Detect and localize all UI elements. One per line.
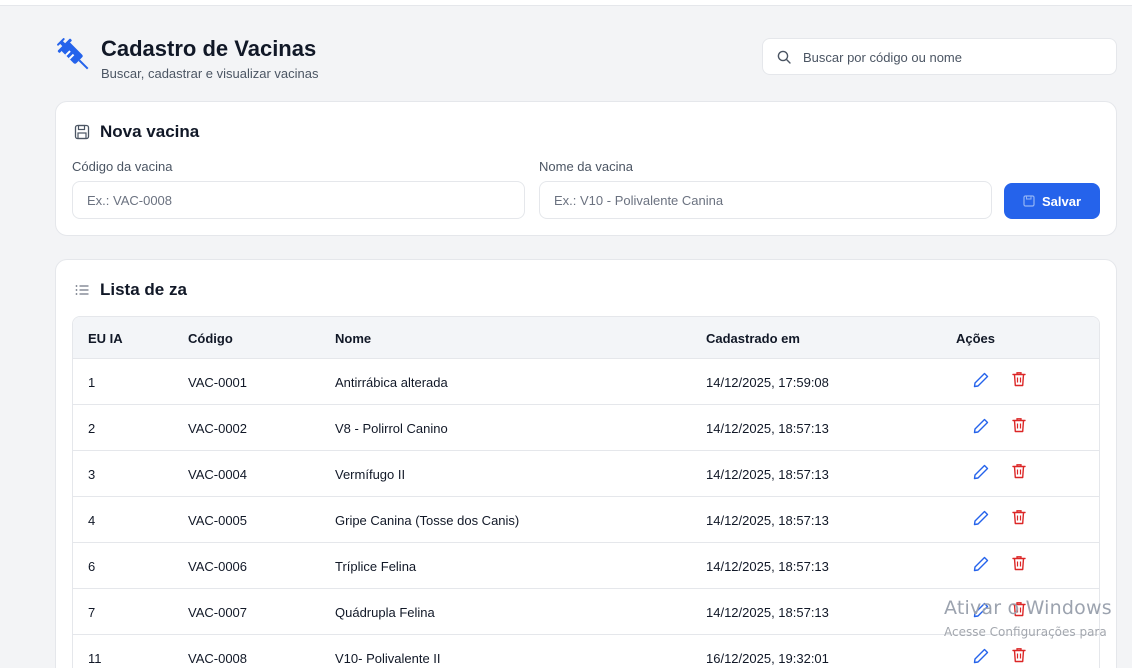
table-row: 11 VAC-0008 V10- Polivalente II 16/12/2025,… [73, 635, 1099, 668]
table-header: EU IA Código Nome Cadastrado em Ações [73, 317, 1099, 359]
watermark-title: Ativar o Windows [944, 597, 1112, 619]
watermark-subtitle: Acesse Configurações para [944, 625, 1107, 639]
list-title: Lista de za [100, 280, 187, 299]
cell-name: Tríplice Felina [335, 559, 417, 574]
syringe-icon [57, 38, 89, 70]
delete-icon[interactable] [1010, 554, 1028, 572]
cell-id: 6 [88, 559, 96, 574]
code-field[interactable] [72, 181, 525, 219]
cell-id: 3 [88, 467, 96, 482]
search-box[interactable] [762, 38, 1117, 75]
cell-date: 14/12/2025, 18:57:13 [706, 559, 829, 574]
top-bar [0, 0, 1132, 6]
cell-name: V10- Polivalente II [335, 651, 441, 666]
windows-activation-watermark: Ativar o Windows Acesse Configurações pa… [944, 597, 1132, 639]
edit-icon[interactable] [972, 417, 990, 435]
cell-date: 14/12/2025, 18:57:13 [706, 421, 829, 436]
delete-icon[interactable] [1010, 508, 1028, 526]
new-vaccine-card: Nova vacina Código da vacina Nome da vac… [55, 101, 1117, 236]
search-icon [777, 50, 791, 64]
save-button-label: Salvar [1041, 193, 1082, 209]
table-row: 1 VAC-0001 Antirrábica alterada 14/12/2025,… [73, 359, 1099, 405]
cell-id: 1 [88, 375, 96, 390]
page-title: Cadastro de Vacinas [101, 36, 317, 61]
cell-code: VAC-0007 [188, 605, 248, 620]
cell-code: VAC-0005 [188, 513, 248, 528]
delete-icon[interactable] [1010, 462, 1028, 480]
cell-id: 2 [88, 421, 96, 436]
column-header-name: Nome [335, 331, 372, 346]
name-field[interactable] [539, 181, 992, 219]
edit-icon[interactable] [972, 463, 990, 481]
cell-name: Gripe Canina (Tosse dos Canis) [335, 513, 520, 528]
cell-code: VAC-0008 [188, 651, 248, 666]
cell-code: VAC-0002 [188, 421, 248, 436]
cell-date: 16/12/2025, 19:32:01 [706, 651, 829, 666]
delete-icon[interactable] [1010, 416, 1028, 434]
cell-code: VAC-0004 [188, 467, 248, 482]
cell-name: Vermífugo II [335, 467, 406, 482]
table-row: 2 VAC-0002 V8 - Polirrol Canino 14/12/2025,… [73, 405, 1099, 451]
cell-id: 11 [88, 651, 102, 666]
column-header-actions: Ações [956, 331, 996, 346]
cell-date: 14/12/2025, 17:59:08 [706, 375, 829, 390]
table-row: 6 VAC-0006 Tríplice Felina 14/12/2025, 18:5… [73, 543, 1099, 589]
cell-id: 7 [88, 605, 96, 620]
code-label: Código da vacina [72, 159, 173, 174]
save-icon [1023, 195, 1035, 207]
search-input[interactable] [803, 45, 1103, 69]
cell-name: Quádrupla Felina [335, 605, 435, 620]
delete-icon[interactable] [1010, 370, 1028, 388]
table-row: 3 VAC-0004 Vermífugo II 14/12/2025, 18:57:1… [73, 451, 1099, 497]
edit-icon[interactable] [972, 647, 990, 665]
column-header-code: Código [188, 331, 233, 346]
delete-icon[interactable] [1010, 646, 1028, 664]
cell-code: VAC-0001 [188, 375, 248, 390]
edit-icon[interactable] [972, 509, 990, 527]
cell-code: VAC-0006 [188, 559, 248, 574]
save-button[interactable]: Salvar [1004, 183, 1100, 219]
edit-icon[interactable] [972, 555, 990, 573]
column-header-date: Cadastrado em [706, 331, 800, 346]
table-row: 4 VAC-0005 Gripe Canina (Tosse dos Canis) 1… [73, 497, 1099, 543]
cell-date: 14/12/2025, 18:57:13 [706, 605, 829, 620]
list-icon [75, 285, 89, 295]
cell-name: V8 - Polirrol Canino [335, 421, 448, 436]
cell-date: 14/12/2025, 18:57:13 [706, 467, 829, 482]
edit-icon[interactable] [972, 371, 990, 389]
column-header-id: EU IA [88, 331, 123, 346]
name-label: Nome da vacina [539, 159, 633, 174]
save-icon [74, 124, 90, 140]
cell-date: 14/12/2025, 18:57:13 [706, 513, 829, 528]
cell-id: 4 [88, 513, 96, 528]
cell-name: Antirrábica alterada [335, 375, 448, 390]
new-vaccine-title: Nova vacina [100, 122, 200, 141]
page-header: Cadastro de Vacinas Buscar, cadastrar e … [55, 30, 1117, 81]
page-subtitle: Buscar, cadastrar e visualizar vacinas [101, 66, 319, 81]
